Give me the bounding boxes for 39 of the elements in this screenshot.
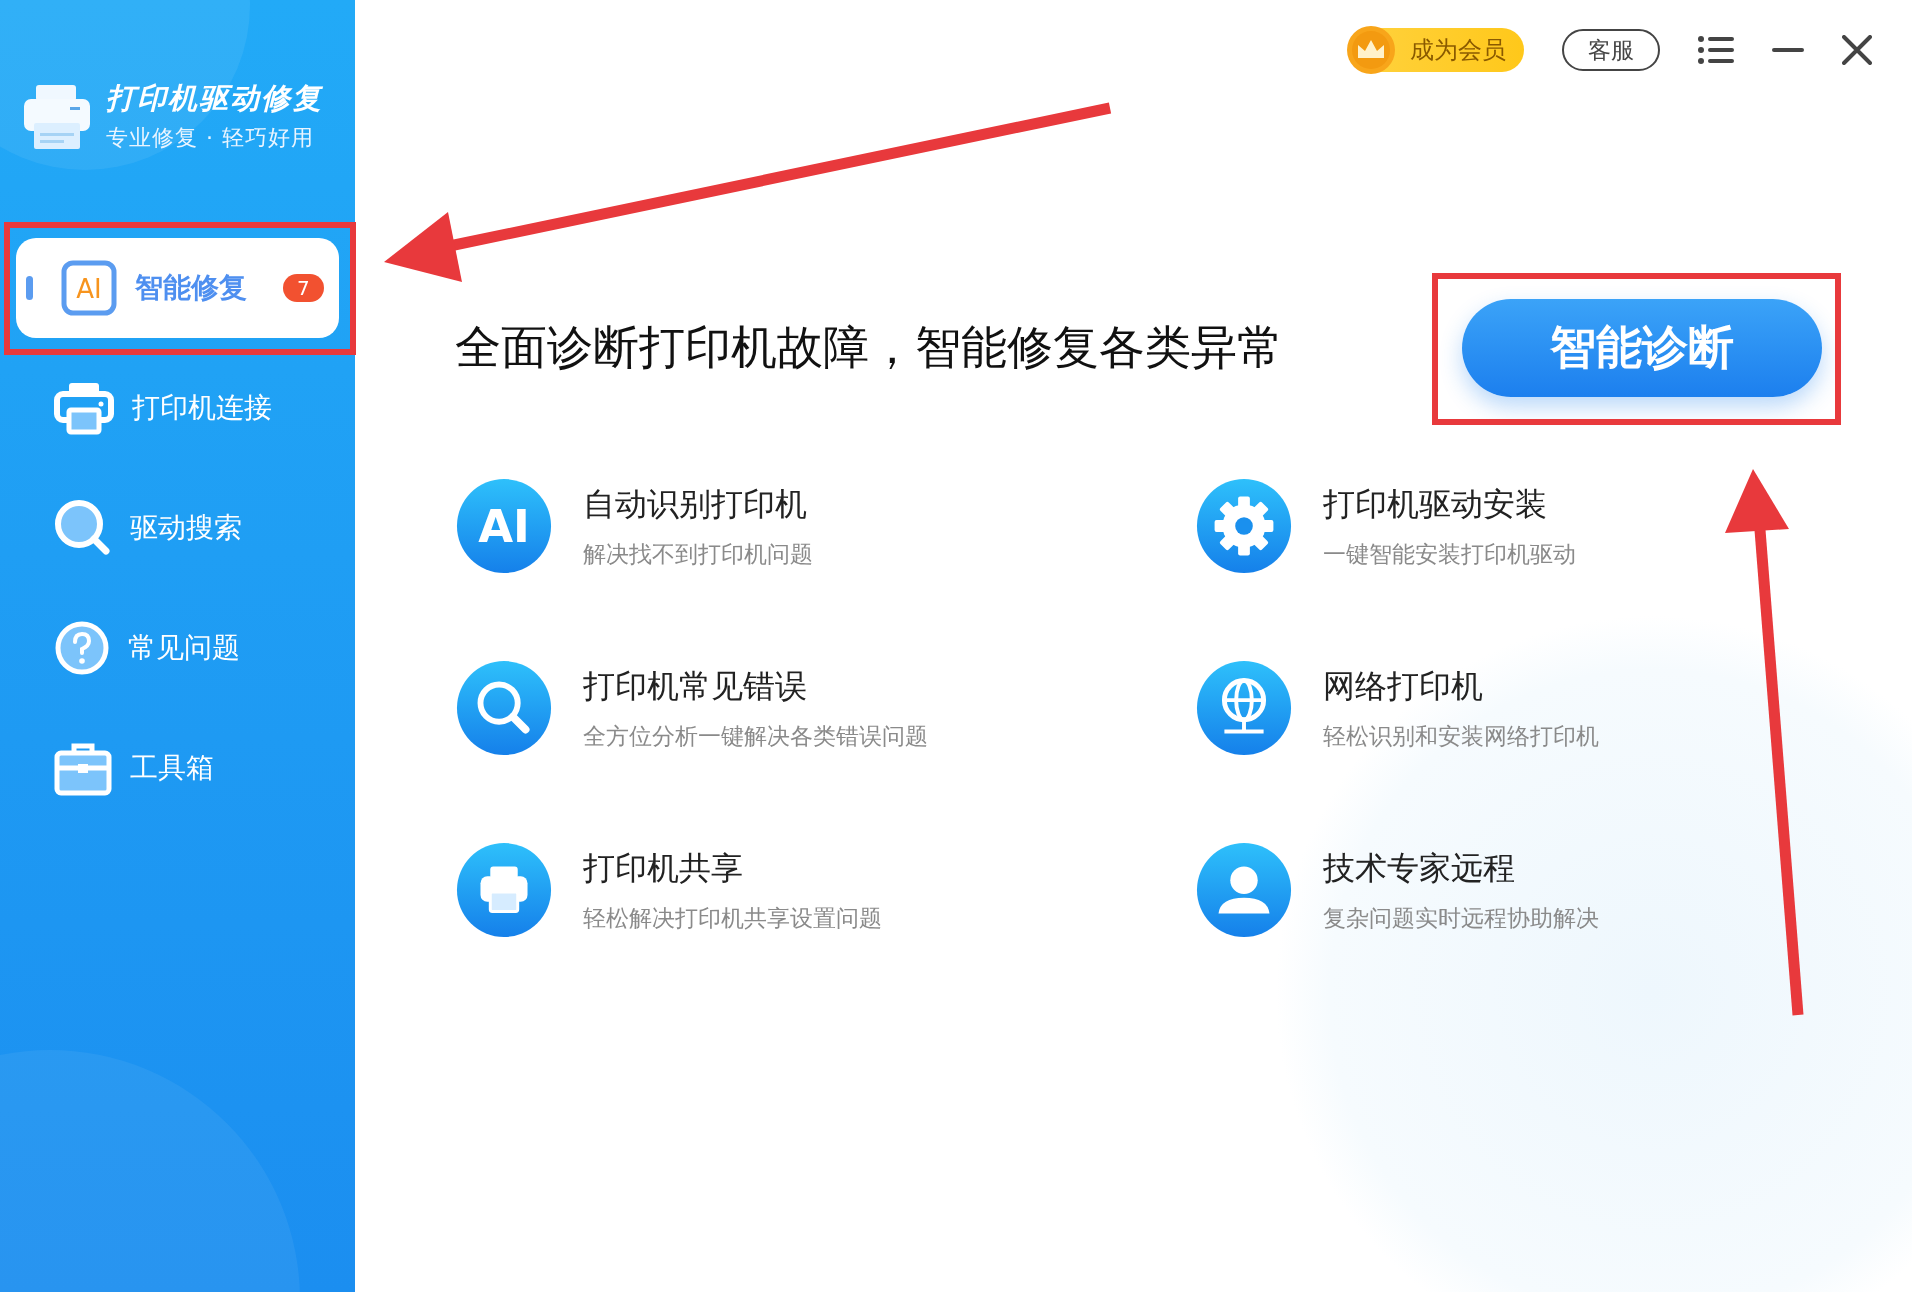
feature-title[interactable]: 技术专家远程 bbox=[1323, 847, 1599, 891]
gear-icon[interactable] bbox=[1195, 477, 1293, 575]
nav-item[interactable]: AI 智能修复 7 bbox=[16, 238, 339, 338]
feature-description: 复杂问题实时远程协助解决 bbox=[1323, 904, 1599, 933]
feature-title[interactable]: 网络打印机 bbox=[1323, 665, 1599, 709]
feature-title[interactable]: 打印机共享 bbox=[583, 847, 882, 891]
vip-button[interactable]: 成为会员 bbox=[1350, 28, 1524, 72]
nav-item[interactable]: 工具箱 bbox=[16, 718, 339, 818]
feature-description: 轻松识别和安装网络打印机 bbox=[1323, 722, 1599, 751]
nav-item[interactable]: 打印机连接 bbox=[16, 358, 339, 458]
feature-description: 轻松解决打印机共享设置问题 bbox=[583, 904, 882, 933]
count-badge: 7 bbox=[283, 274, 324, 302]
selection-indicator bbox=[26, 276, 33, 300]
menu-icon[interactable] bbox=[1698, 36, 1734, 64]
feature-description: 解决找不到打印机问题 bbox=[583, 540, 813, 569]
minimize-icon[interactable] bbox=[1772, 47, 1804, 53]
ai-icon: AI bbox=[61, 260, 117, 316]
globe-icon[interactable] bbox=[1195, 659, 1293, 757]
help-icon bbox=[54, 620, 110, 676]
customer-service-button[interactable]: 客服 bbox=[1562, 29, 1660, 71]
close-icon[interactable] bbox=[1842, 35, 1872, 65]
search-icon[interactable] bbox=[455, 659, 553, 757]
feature-title[interactable]: 自动识别打印机 bbox=[583, 483, 813, 527]
search-icon bbox=[54, 499, 112, 557]
nav-item[interactable]: 常见问题 bbox=[16, 598, 339, 698]
headline: 全面诊断打印机故障，智能修复各类异常 bbox=[455, 319, 1283, 376]
feature-description: 全方位分析一键解决各类错误问题 bbox=[583, 722, 928, 751]
feature-title[interactable]: 打印机驱动安装 bbox=[1323, 483, 1576, 527]
feature-description: 一键智能安装打印机驱动 bbox=[1323, 540, 1576, 569]
printer-icon[interactable] bbox=[455, 841, 553, 939]
crown-icon bbox=[1346, 25, 1396, 75]
app-subtitle: 专业修复 · 轻巧好用 bbox=[106, 124, 315, 152]
person-icon[interactable] bbox=[1195, 841, 1293, 939]
nav-item[interactable]: 驱动搜索 bbox=[16, 478, 339, 578]
printer-icon bbox=[54, 380, 114, 436]
ai-icon[interactable]: AI bbox=[455, 477, 553, 575]
diagnose-button[interactable]: 智能诊断 bbox=[1462, 299, 1822, 397]
app-title: 打印机驱动修复 bbox=[106, 80, 323, 117]
feature-title[interactable]: 打印机常见错误 bbox=[583, 665, 928, 709]
